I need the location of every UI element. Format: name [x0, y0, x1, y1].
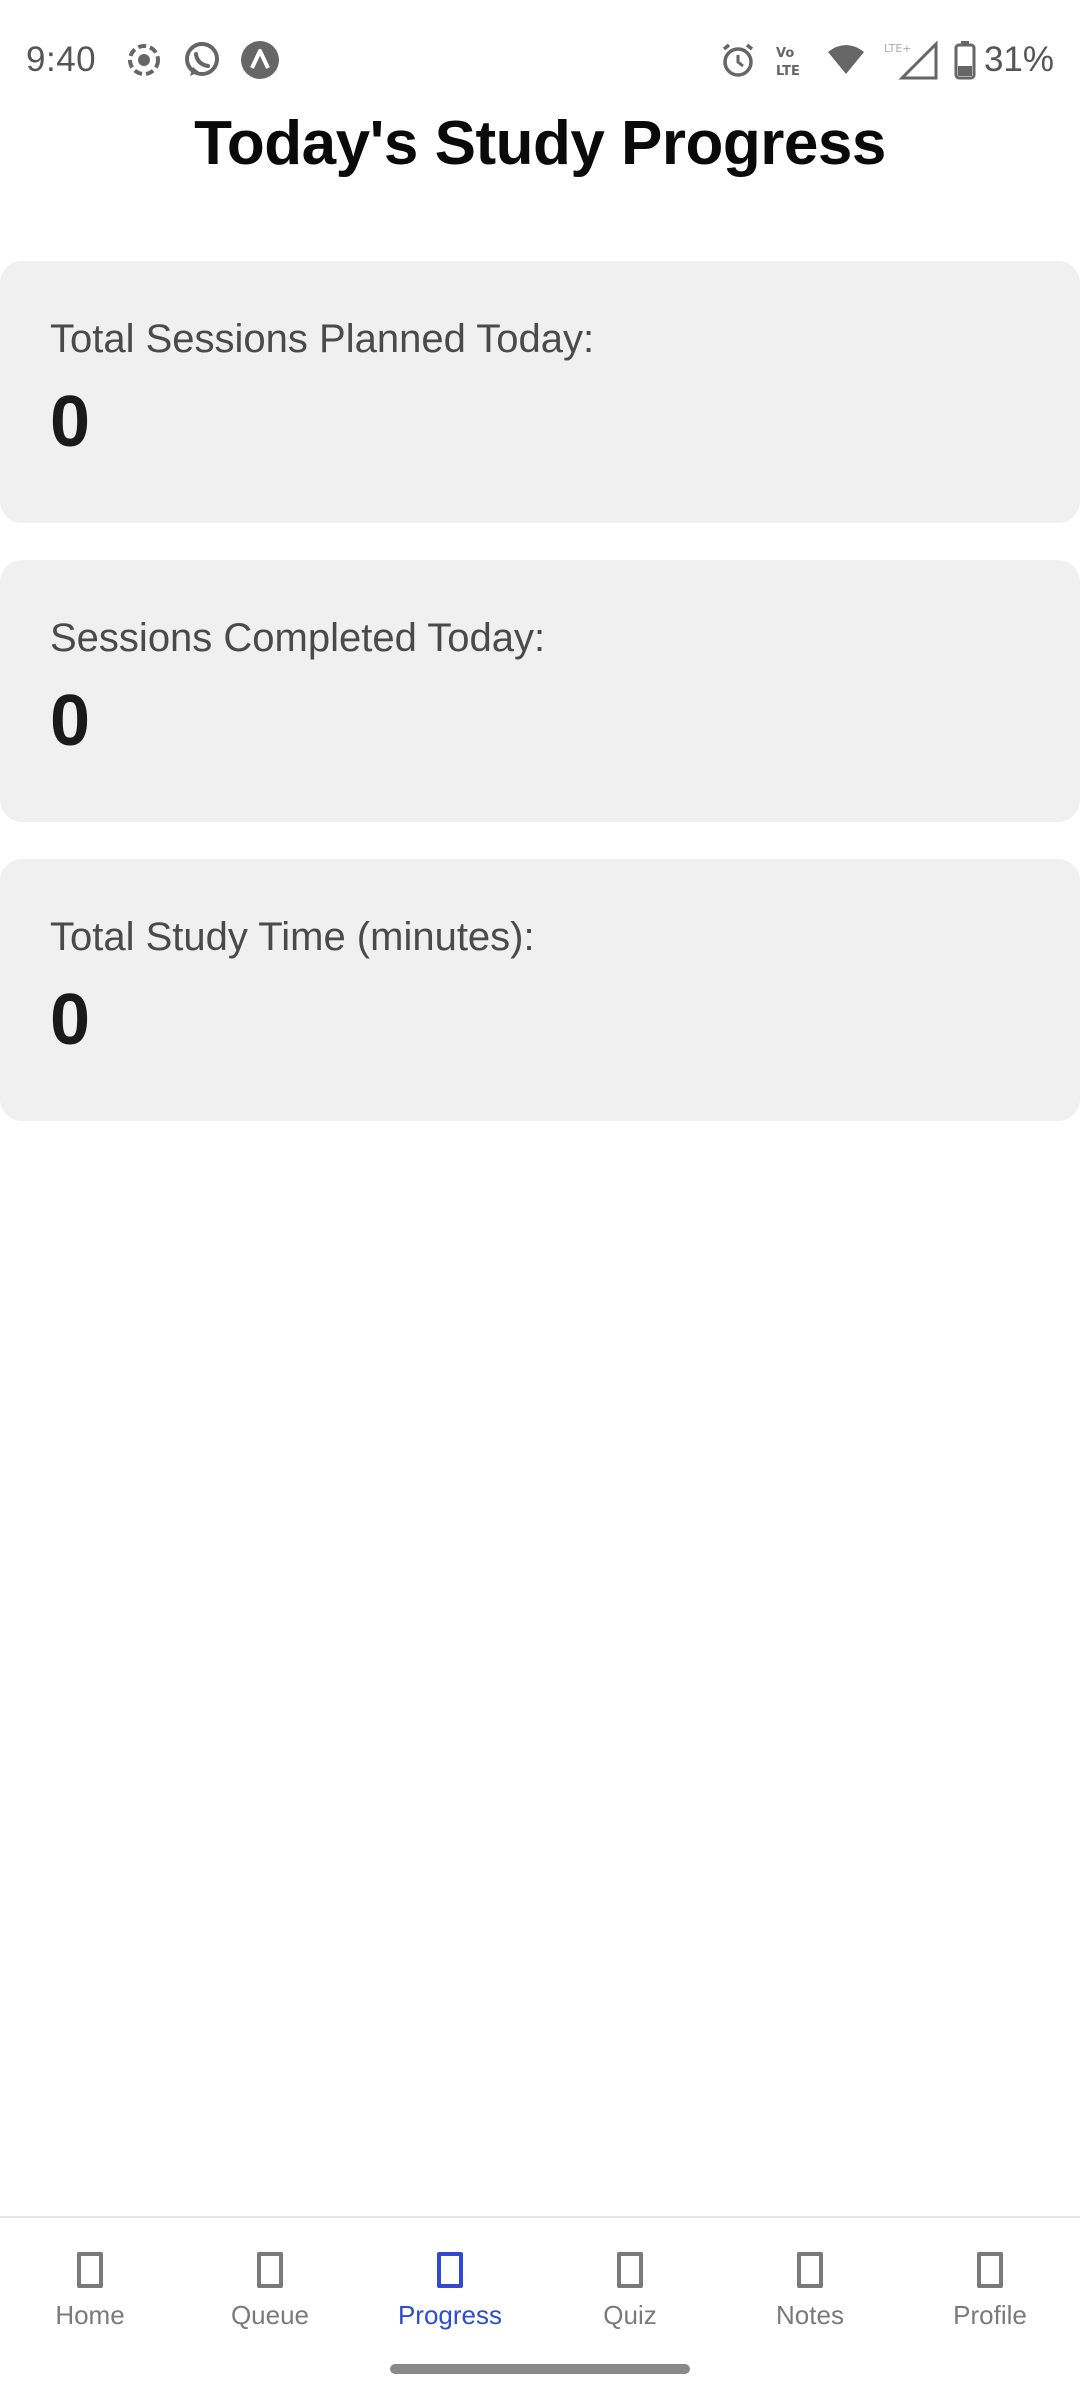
nav-label-quiz: Quiz [603, 2300, 657, 2330]
nav-label-profile: Profile [953, 2300, 1027, 2330]
notes-icon [797, 2252, 823, 2288]
study-time-value: 0 [50, 980, 91, 1060]
home-gesture-bar[interactable] [390, 2364, 690, 2374]
study-time-card: Total Study Time (minutes): 0 [0, 859, 1080, 1121]
sessions-completed-card: Sessions Completed Today: 0 [0, 560, 1080, 822]
nav-label-progress: Progress [397, 2300, 503, 2330]
quiz-icon [617, 2252, 643, 2288]
status-time: 9:40 [26, 40, 97, 79]
sessions-completed-label: Sessions Completed Today: [50, 616, 546, 660]
study-time-label: Total Study Time (minutes): [50, 915, 535, 959]
battery-icon [954, 41, 976, 80]
notification-icons [124, 40, 280, 80]
battery-percentage: 31% [983, 40, 1054, 79]
nav-tab-quiz[interactable]: Quiz [540, 2218, 720, 2348]
profile-icon [977, 2252, 1003, 2288]
wifi-icon [827, 45, 864, 74]
nav-label-notes: Notes [776, 2300, 844, 2330]
nav-tab-profile[interactable]: Profile [900, 2218, 1080, 2348]
volte-icon: Vo LTE [776, 46, 800, 79]
progress-icon [437, 2252, 463, 2288]
home-icon [77, 2252, 103, 2288]
lte-signal-icon: LTE+ [884, 40, 938, 80]
status-bar: 9:40 Vo LTE LTE+ 31% [0, 0, 1080, 124]
bottom-navigation: Home Queue Progress Quiz Notes Profile [0, 2216, 1080, 2402]
sessions-completed-value: 0 [50, 681, 91, 761]
whatsapp-icon [185, 42, 219, 76]
svg-text:Vo: Vo [776, 46, 794, 61]
queue-icon [257, 2252, 283, 2288]
screen-record-icon [128, 44, 160, 76]
nav-tab-progress[interactable]: Progress [360, 2218, 540, 2348]
nav-tab-queue[interactable]: Queue [180, 2218, 360, 2348]
svg-text:LTE+: LTE+ [884, 42, 912, 55]
app-notification-icon [241, 41, 279, 79]
sessions-planned-label: Total Sessions Planned Today: [50, 317, 595, 361]
sessions-planned-value: 0 [50, 382, 91, 462]
alarm-icon [722, 43, 754, 77]
sessions-planned-card: Total Sessions Planned Today: 0 [0, 261, 1080, 523]
nav-label-queue: Queue [230, 2300, 310, 2330]
nav-label-home: Home [55, 2300, 125, 2330]
svg-text:LTE: LTE [776, 64, 800, 79]
page-title: Today's Study Progress [194, 109, 886, 178]
system-status-icons: Vo LTE LTE+ 31% [718, 40, 1054, 80]
nav-tab-notes[interactable]: Notes [720, 2218, 900, 2348]
nav-tab-home[interactable]: Home [0, 2218, 180, 2348]
